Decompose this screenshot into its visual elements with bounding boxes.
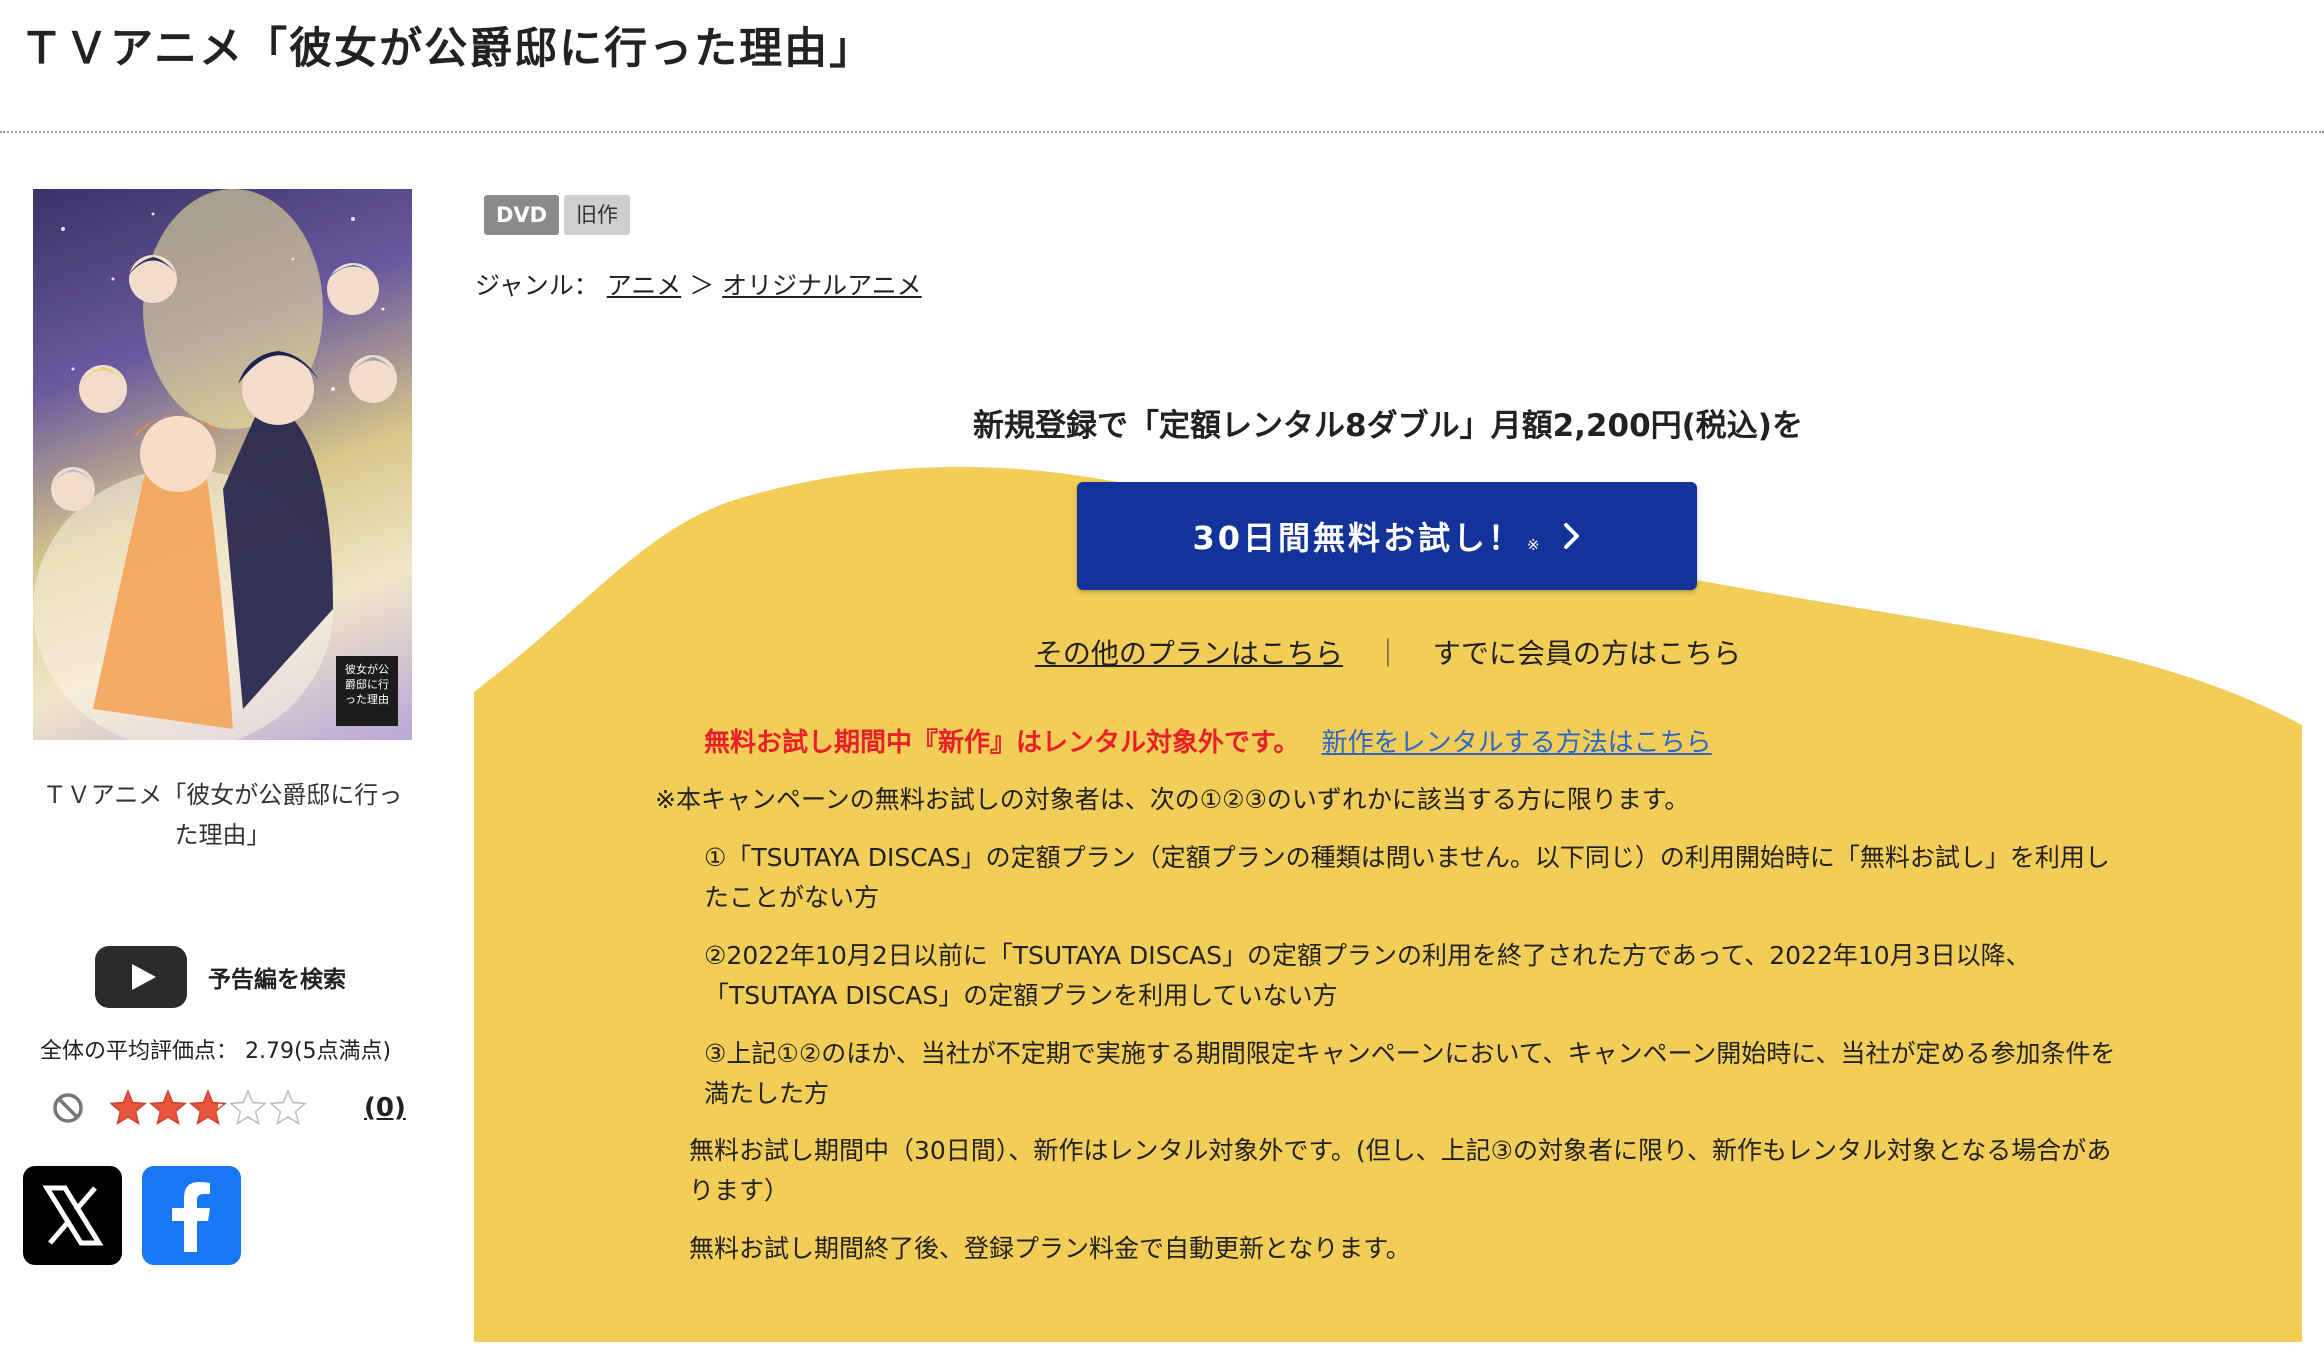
member-login-link[interactable]: すでに会員の方はこちら	[1433, 637, 1741, 670]
genre-separator: ＞	[689, 271, 715, 300]
cover-logo: 彼女が公爵邸に行った理由	[336, 656, 398, 726]
new-release-notice: 無料お試し期間中『新作』はレンタル対象外です。 新作をレンタルする方法はこちら	[704, 722, 1712, 759]
chevron-right-icon	[1563, 523, 1579, 549]
review-count-link[interactable]: (0)	[364, 1093, 406, 1123]
page-title: ＴＶアニメ「彼女が公爵邸に行った理由」	[20, 24, 875, 74]
cover-caption: ＴＶアニメ「彼女が公爵邸に行った理由」	[42, 781, 403, 849]
free-trial-note: ※	[1526, 536, 1540, 554]
other-plans-link[interactable]: その他のプランはこちら	[1035, 637, 1343, 670]
facebook-logo-icon[interactable]	[142, 1166, 241, 1265]
promo-heading: 新規登録で「定額レンタル8ダブル」月額2,200円(税込)を	[973, 408, 1803, 444]
terms-intro: ※本キャンペーンの無料お試しの対象者は、次の①②③のいずれかに該当する方に限りま…	[655, 785, 1690, 814]
auto-renew-note: 無料お試し期間終了後、登録プラン料金で自動更新となります。	[689, 1234, 1411, 1263]
free-trial-label: 30日間無料お試し！	[1192, 519, 1523, 557]
condition-3: ③上記①②のほか、当社が不定期で実施する期間限定キャンペーンにおいて、キャンペー…	[704, 1039, 2116, 1108]
notice-warning: 無料お試し期間中『新作』はレンタル対象外です。	[704, 728, 1300, 758]
cover-image[interactable]: 彼女が公爵邸に行った理由	[33, 189, 412, 740]
x-logo-icon[interactable]	[23, 1166, 122, 1265]
link-separator: ｜	[1373, 637, 1402, 670]
plan-links: その他のプランはこちら ｜ すでに会員の方はこちら	[474, 632, 2302, 672]
condition-2: ②2022年10月2日以前に「TSUTAYA DISCAS」の定額プランの利用を…	[704, 941, 2031, 1010]
genre-link-original-anime[interactable]: オリジナルアニメ	[722, 271, 922, 300]
tag-old-release: 旧作	[564, 195, 630, 235]
prohibited-icon[interactable]	[52, 1092, 84, 1124]
trailer-search-link[interactable]: 予告編を検索	[208, 960, 346, 994]
condition-1: ①「TSUTAYA DISCAS」の定額プラン（定額プランの種類は問いません。以…	[704, 843, 2110, 912]
rating-star[interactable]	[110, 1089, 148, 1126]
rating-star[interactable]	[148, 1089, 188, 1126]
trial-period-note: 無料お試し期間中（30日間）、新作はレンタル対象外です。(但し、上記③の対象者に…	[689, 1136, 2112, 1205]
rating-star[interactable]	[268, 1089, 308, 1126]
title-divider	[0, 131, 2324, 133]
average-rating: 全体の平均評価点： 2.79(5点満点)	[40, 1039, 392, 1064]
free-trial-button[interactable]: 30日間無料お試し！ ※	[1077, 482, 1697, 590]
rating-star[interactable]	[228, 1089, 268, 1126]
rating-star[interactable]	[188, 1089, 228, 1126]
genre-label: ジャンル：	[475, 271, 599, 300]
new-release-rental-link[interactable]: 新作をレンタルする方法はこちら	[1322, 728, 1712, 758]
youtube-play-icon[interactable]	[95, 946, 187, 1008]
genre-breadcrumb: ジャンル： アニメ ＞ オリジナルアニメ	[475, 266, 922, 302]
tag-dvd: DVD	[484, 195, 560, 235]
genre-link-anime[interactable]: アニメ	[607, 271, 682, 300]
rating-stars[interactable]	[110, 1088, 320, 1128]
